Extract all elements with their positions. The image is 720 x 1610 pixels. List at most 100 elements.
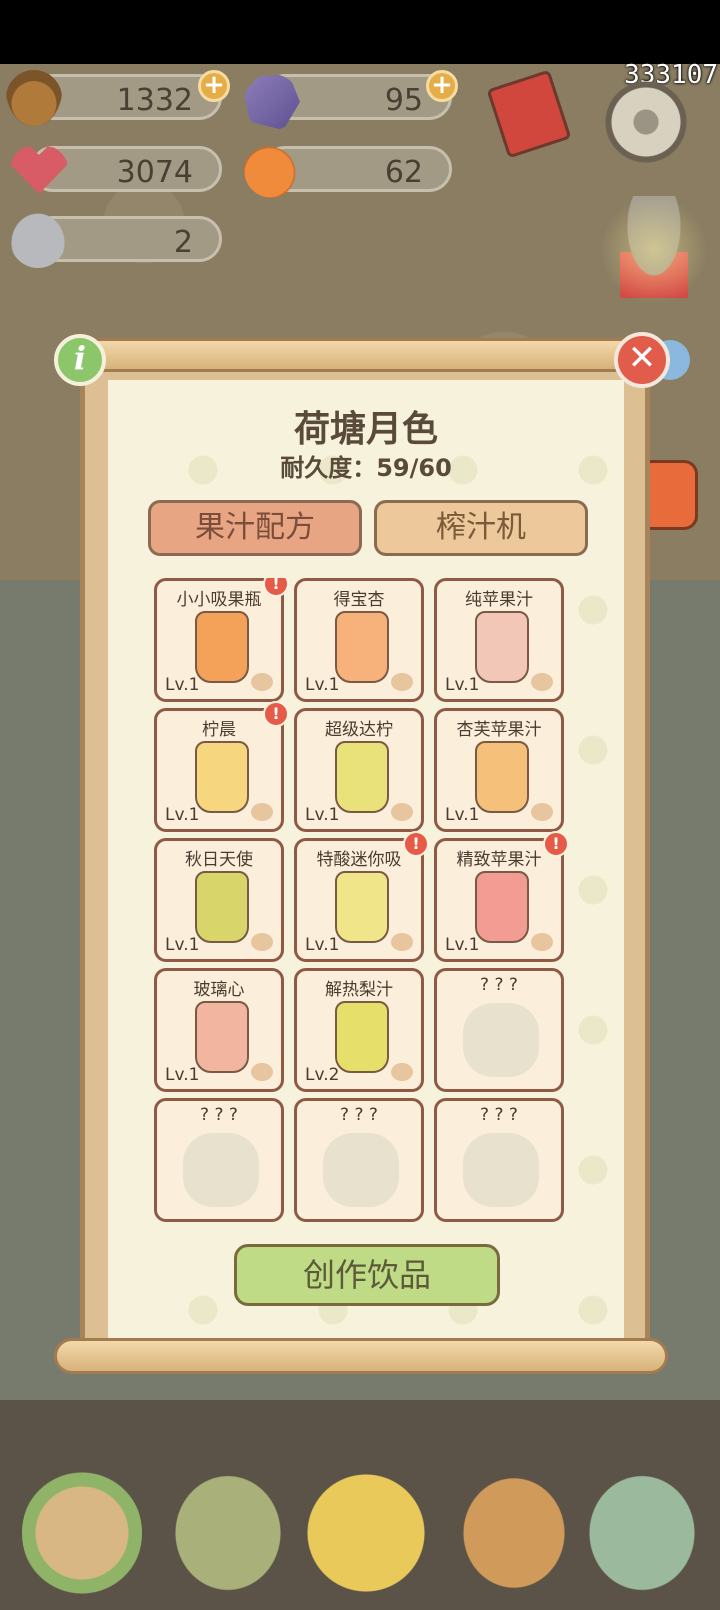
recipe-level: Lv.1 bbox=[305, 935, 340, 955]
recipe-level: Lv.1 bbox=[165, 675, 200, 695]
drink-icon bbox=[475, 871, 529, 943]
crystal-count: 95 bbox=[384, 83, 423, 118]
gear-icon[interactable] bbox=[604, 80, 688, 164]
recipe-card[interactable]: ? ? ? bbox=[154, 1098, 284, 1222]
panel-title: 荷塘月色 bbox=[293, 409, 438, 450]
drink-icon bbox=[335, 741, 389, 813]
recipe-name: 解热梨汁 bbox=[325, 980, 393, 1000]
recipe-name: 柠晨 bbox=[202, 720, 236, 740]
drink-icon bbox=[195, 741, 249, 813]
recipe-card[interactable]: 超级达柠 Lv.1 bbox=[294, 708, 424, 832]
sloth-gift-icon[interactable] bbox=[602, 186, 706, 314]
paw-icon bbox=[531, 803, 553, 821]
recipe-card[interactable]: 纯苹果汁 Lv.1 bbox=[434, 578, 564, 702]
orange-count: 62 bbox=[384, 155, 423, 190]
recipe-card[interactable]: 特酸迷你吸 Lv.1! bbox=[294, 831, 429, 962]
alert-badge-icon: ! bbox=[543, 831, 569, 857]
paw-icon bbox=[531, 673, 553, 691]
acorn-count: 1332 bbox=[116, 83, 193, 118]
paw-icon bbox=[391, 803, 413, 821]
recipe-grid: 小小吸果瓶 Lv.1! 得宝杏 Lv.1 纯苹果汁 Lv.1 柠晨 Lv.1! 超级达柠 Lv.1… bbox=[154, 578, 572, 1234]
mail-icon[interactable] bbox=[168, 1468, 288, 1598]
task-list-icon[interactable] bbox=[454, 1468, 574, 1598]
recipe-name: 玻璃心 bbox=[193, 980, 245, 1000]
recipe-level: Lv.1 bbox=[165, 1065, 200, 1085]
recipe-level: Lv.1 bbox=[305, 675, 340, 695]
map-icon[interactable] bbox=[582, 1468, 702, 1598]
info-button[interactable]: i bbox=[54, 334, 106, 386]
recipe-card[interactable]: 杏芙苹果汁 Lv.1 bbox=[434, 708, 564, 832]
recipe-name: ? ? ? bbox=[480, 975, 518, 995]
paw-icon bbox=[391, 933, 413, 951]
recipe-level: Lv.1 bbox=[445, 935, 480, 955]
recipe-level: Lv.1 bbox=[445, 675, 480, 695]
alert-badge-icon: ! bbox=[263, 578, 289, 597]
paw-icon bbox=[391, 673, 413, 691]
scroll-rod-top bbox=[70, 338, 660, 372]
locked-silhouette-icon bbox=[463, 1003, 539, 1077]
locked-silhouette-icon bbox=[323, 1133, 399, 1207]
recipe-name: ? ? ? bbox=[200, 1105, 238, 1125]
paw-icon bbox=[531, 933, 553, 951]
recipe-card[interactable]: ? ? ? bbox=[294, 1098, 424, 1222]
close-button[interactable]: ✕ bbox=[614, 332, 670, 388]
recipe-card[interactable]: 柠晨 Lv.1! bbox=[154, 701, 289, 832]
recipe-card[interactable]: 解热梨汁 Lv.2 bbox=[294, 968, 424, 1092]
recipe-level: Lv.1 bbox=[445, 805, 480, 825]
paw-icon bbox=[251, 933, 273, 951]
recipe-name: 精致苹果汁 bbox=[456, 850, 542, 870]
recipe-level: Lv.2 bbox=[305, 1065, 340, 1085]
locked-silhouette-icon bbox=[183, 1133, 259, 1207]
paw-icon bbox=[251, 1063, 273, 1081]
status-bar bbox=[0, 0, 720, 64]
paw-icon bbox=[251, 803, 273, 821]
alert-badge-icon: ! bbox=[263, 701, 289, 727]
paw-icon bbox=[251, 673, 273, 691]
crystal-add-button[interactable]: + bbox=[426, 70, 458, 102]
robot-icon bbox=[10, 212, 66, 268]
recipe-level: Lv.1 bbox=[305, 805, 340, 825]
locked-silhouette-icon bbox=[463, 1133, 539, 1207]
drink-icon bbox=[195, 1001, 249, 1073]
orange-icon bbox=[244, 142, 300, 198]
eggs-icon[interactable] bbox=[306, 1468, 426, 1598]
recipe-name: 得宝杏 bbox=[333, 590, 385, 610]
recipe-card[interactable]: 小小吸果瓶 Lv.1! bbox=[154, 578, 289, 702]
acorn-icon bbox=[6, 70, 62, 126]
paw-icon bbox=[391, 1063, 413, 1081]
durability-label: 耐久度：59/60 bbox=[280, 454, 452, 482]
acorn-add-button[interactable]: + bbox=[198, 70, 230, 102]
drink-icon bbox=[195, 611, 249, 683]
recipe-card[interactable]: 秋日天使 Lv.1 bbox=[154, 838, 284, 962]
bottom-nav bbox=[0, 1468, 720, 1610]
recipe-card[interactable]: ? ? ? bbox=[434, 968, 564, 1092]
recipe-card[interactable]: 精致苹果汁 Lv.1! bbox=[434, 831, 569, 962]
recipe-name: 特酸迷你吸 bbox=[316, 850, 402, 870]
recipe-level: Lv.1 bbox=[165, 935, 200, 955]
tab-juice-recipe[interactable]: 果汁配方 bbox=[148, 500, 362, 556]
drink-icon bbox=[475, 741, 529, 813]
scroll-rod-bottom bbox=[54, 1338, 668, 1374]
drink-icon bbox=[335, 871, 389, 943]
heart-count: 3074 bbox=[116, 155, 193, 190]
recipe-name: 超级达柠 bbox=[325, 720, 393, 740]
create-drink-button[interactable]: 创作饮品 bbox=[234, 1244, 500, 1306]
robot-count: 2 bbox=[173, 225, 193, 260]
drink-icon bbox=[475, 611, 529, 683]
recipe-name: ? ? ? bbox=[480, 1105, 518, 1125]
recipe-card[interactable]: 得宝杏 Lv.1 bbox=[294, 578, 424, 702]
recipe-name: 杏芙苹果汁 bbox=[456, 720, 542, 740]
recipe-card[interactable]: ? ? ? bbox=[434, 1098, 564, 1222]
tab-juicer[interactable]: 榨汁机 bbox=[374, 500, 588, 556]
recipe-name: 纯苹果汁 bbox=[465, 590, 533, 610]
recipe-level: Lv.1 bbox=[165, 805, 200, 825]
recipe-card[interactable]: 玻璃心 Lv.1 bbox=[154, 968, 284, 1092]
recipe-name: ? ? ? bbox=[340, 1105, 378, 1125]
drink-icon bbox=[335, 1001, 389, 1073]
house-icon[interactable] bbox=[22, 1468, 142, 1598]
recipe-name: 秋日天使 bbox=[185, 850, 253, 870]
drink-icon bbox=[195, 871, 249, 943]
recipe-name: 小小吸果瓶 bbox=[176, 590, 262, 610]
drink-icon bbox=[335, 611, 389, 683]
alert-badge-icon: ! bbox=[403, 831, 429, 857]
